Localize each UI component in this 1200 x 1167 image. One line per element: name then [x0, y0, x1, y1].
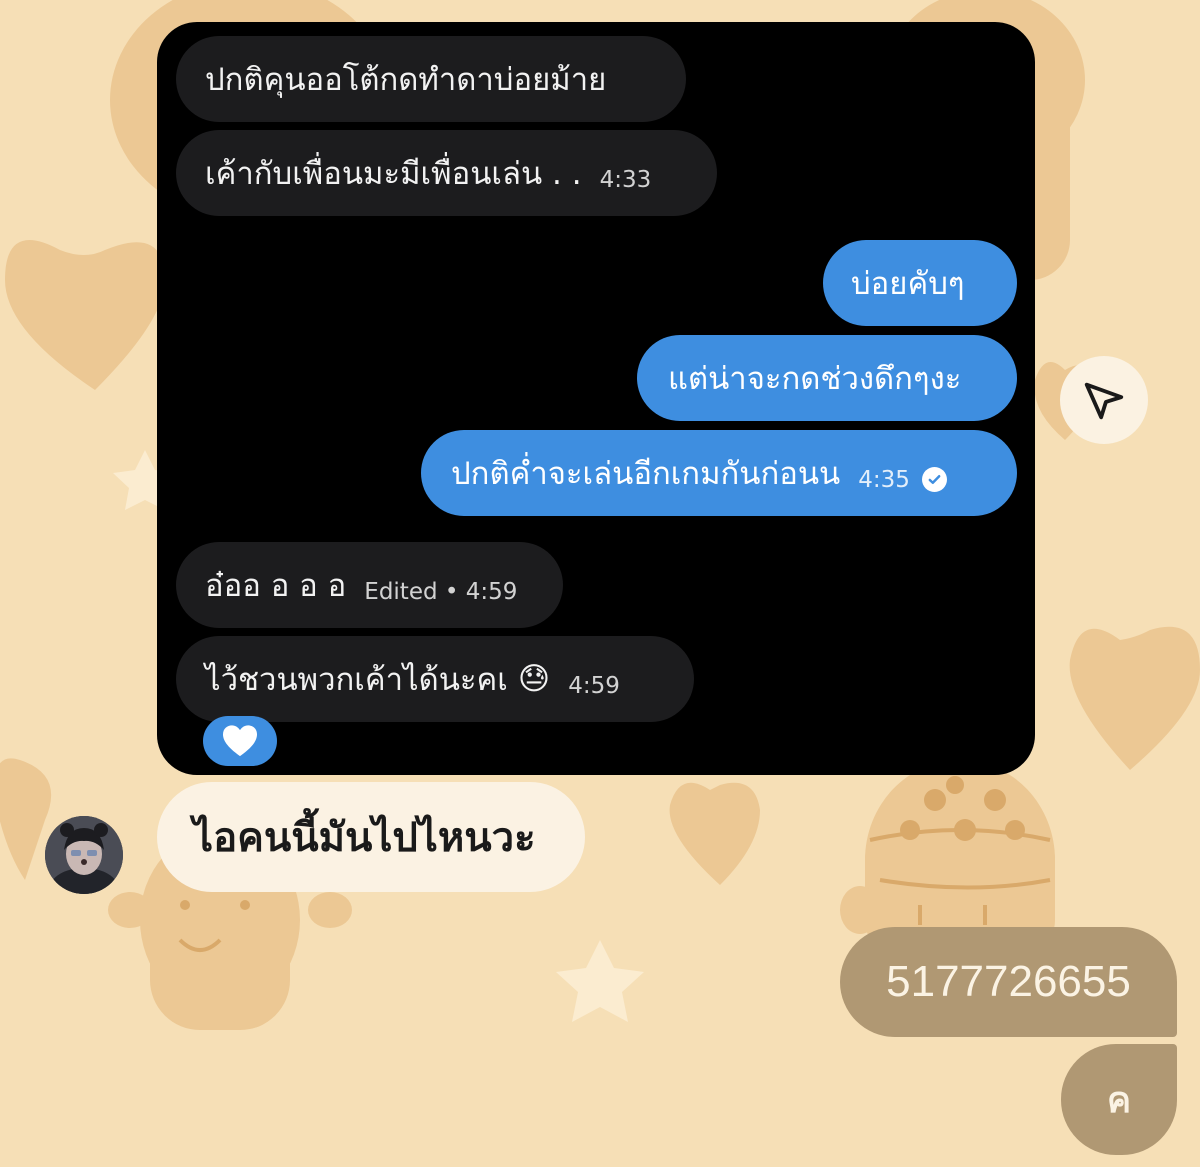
- caption-message: ไอคนนี้มันไปไหนวะ: [157, 782, 585, 892]
- reply-text: 5177726655: [886, 957, 1131, 1006]
- message-text: แต่น่าจะกดช่วงดึกๆงะ: [668, 361, 962, 397]
- message-time: 4:33: [599, 167, 652, 193]
- message-text: ปกติค่ำจะเล่นอีกเกมกันก่อนน: [451, 456, 841, 492]
- message-bubble-outgoing: บ่อยคับๆ: [823, 240, 1017, 326]
- read-check-icon: [921, 466, 947, 492]
- message-edited-time: Edited • 4:59: [364, 579, 518, 605]
- message-text: ปกติคุนออโต้กดทำดาบ่อยม้าย: [205, 62, 607, 98]
- message-bubble-incoming: อ๋ออ อ อ อ Edited • 4:59: [176, 542, 563, 628]
- share-button[interactable]: [1060, 356, 1148, 444]
- message-text: ไว้ชวนพวกเค้าได้นะคเ: [205, 662, 508, 698]
- chat-screenshot: ปกติคุนออโต้กดทำดาบ่อยม้าย เค้ากับเพื่อน…: [157, 22, 1035, 775]
- sweat-emoji-icon: 😓: [517, 661, 551, 697]
- reply-message-bubble: ค: [1061, 1044, 1177, 1155]
- message-bubble-incoming: ปกติคุนออโต้กดทำดาบ่อยม้าย: [176, 36, 686, 122]
- message-bubble-incoming: ไว้ชวนพวกเค้าได้นะคเ 😓 4:59: [176, 636, 694, 722]
- message-time: 4:59: [568, 673, 620, 699]
- message-text: อ๋ออ อ อ อ: [205, 568, 347, 604]
- reaction-badge[interactable]: [203, 716, 277, 766]
- sender-avatar[interactable]: [45, 816, 123, 894]
- reply-text: ค: [1106, 1080, 1132, 1121]
- message-bubble-outgoing: แต่น่าจะกดช่วงดึกๆงะ: [637, 335, 1017, 421]
- message-time: 4:35: [858, 467, 910, 493]
- message-bubble-outgoing: ปกติค่ำจะเล่นอีกเกมกันก่อนน 4:35: [421, 430, 1017, 516]
- caption-text: ไอคนนี้มันไปไหนวะ: [193, 815, 536, 861]
- white-heart-icon: [223, 725, 257, 757]
- message-bubble-incoming: เค้ากับเพื่อนมะมีเพื่อนเล่น . . 4:33: [176, 130, 717, 216]
- message-text: เค้ากับเพื่อนมะมีเพื่อนเล่น . .: [205, 156, 582, 192]
- send-paper-plane-icon: [1084, 382, 1124, 420]
- message-text: บ่อยคับๆ: [851, 266, 965, 302]
- reply-message-bubble: 5177726655: [840, 927, 1177, 1037]
